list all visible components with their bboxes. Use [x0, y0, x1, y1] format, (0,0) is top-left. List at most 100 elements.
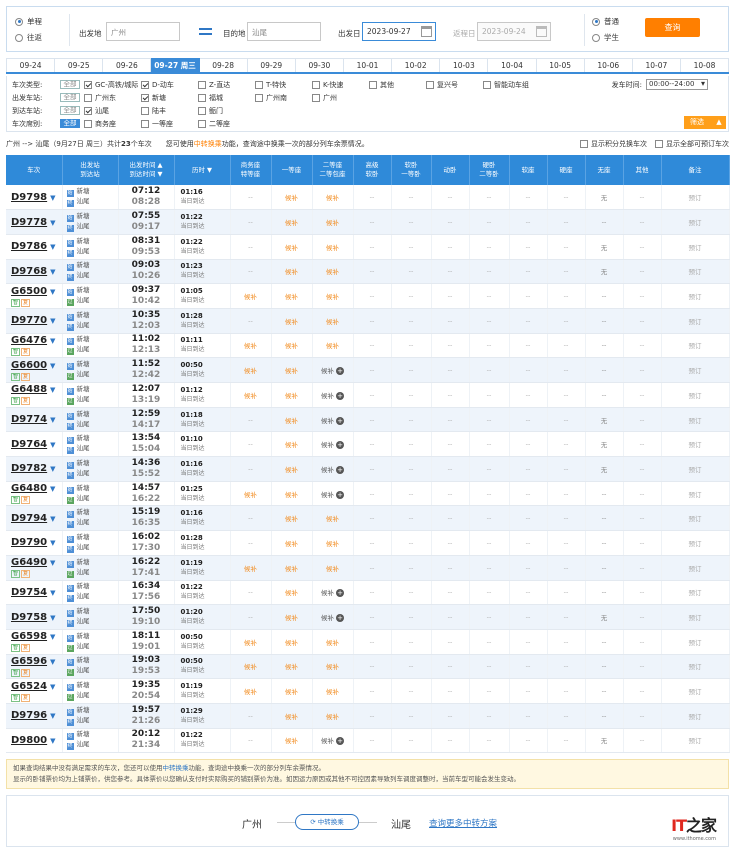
checkbox-icon[interactable] [483, 80, 491, 89]
seat-first[interactable]: 候补 [271, 530, 313, 556]
filter-option[interactable]: 复兴号 [426, 80, 483, 90]
book-button[interactable]: 预订 [661, 728, 730, 754]
filter-option[interactable]: GC-高铁/城际 [84, 80, 141, 90]
book-button[interactable]: 预订 [661, 703, 730, 729]
seat-second[interactable]: 候补 [312, 505, 354, 532]
seat-first[interactable]: 候补 [271, 333, 313, 359]
train-number-cell[interactable]: D9754 ▼ [6, 580, 63, 606]
train-number-cell[interactable]: D9796 ▼ [6, 703, 63, 729]
radio-icon[interactable] [15, 17, 23, 26]
filter-option[interactable]: 商务座 [84, 119, 141, 129]
seat-first[interactable]: 候补 [271, 283, 313, 309]
show-all-bookable[interactable]: 显示全部可预订车次 [655, 139, 729, 149]
train-number-cell[interactable]: G6490 ▼ 智复 [6, 555, 63, 581]
from-input[interactable]: 广州 [106, 22, 180, 41]
book-button[interactable]: 预订 [661, 209, 730, 235]
seat-business[interactable]: 候补 [230, 629, 272, 655]
seat-second[interactable]: 候补 [312, 209, 354, 235]
seat-second[interactable]: 候补 + [312, 580, 354, 606]
filter-option[interactable]: 汕尾 [84, 106, 141, 116]
seat-first[interactable]: 候补 [271, 234, 313, 260]
date-tab[interactable]: 10-02 [392, 58, 441, 72]
book-button[interactable]: 预订 [661, 505, 730, 532]
radio-icon[interactable] [15, 33, 23, 42]
seat-second[interactable]: 候补 [312, 703, 354, 729]
seat-first[interactable]: 候补 [271, 555, 313, 581]
train-number-cell[interactable]: D9790 ▼ [6, 530, 63, 556]
seat-first[interactable]: 候补 [271, 580, 313, 606]
filter-option[interactable]: 广州东 [84, 93, 141, 103]
seat-second[interactable]: 候补 [312, 283, 354, 309]
seat-second[interactable]: 候补 [312, 234, 354, 260]
train-number-cell[interactable]: G6524 ▼ 智复 [6, 678, 63, 704]
book-button[interactable]: 预订 [661, 382, 730, 408]
filter-option[interactable]: 其他 [369, 80, 426, 90]
filter-all-button[interactable]: 全部 [60, 80, 80, 89]
book-button[interactable]: 预订 [661, 604, 730, 630]
depart-time-select[interactable]: 00:00--24:00 [646, 79, 708, 90]
checkbox-icon[interactable] [312, 80, 320, 89]
seat-business[interactable]: 候补 [230, 481, 272, 507]
swap-icon[interactable] [199, 26, 212, 37]
filter-option[interactable]: 二等座 [198, 119, 255, 129]
filter-all-button[interactable]: 全部 [60, 106, 80, 115]
train-number-cell[interactable]: G6500 ▼ 智复 [6, 283, 63, 309]
filter-option[interactable]: 新塘 [141, 93, 198, 103]
checkbox-icon[interactable] [84, 119, 92, 128]
transfer-pill[interactable]: ⟳ 中转换乘 [295, 814, 359, 830]
seat-first[interactable]: 候补 [271, 505, 313, 532]
seat-second[interactable]: 候补 [312, 678, 354, 704]
trip-round[interactable]: 往返 [15, 31, 42, 44]
seat-first[interactable]: 候补 [271, 259, 313, 285]
book-button[interactable]: 预订 [661, 431, 730, 458]
checkbox-icon[interactable] [369, 80, 377, 89]
book-button[interactable]: 预订 [661, 185, 730, 211]
seat-first[interactable]: 候补 [271, 431, 313, 458]
filter-option[interactable]: 智能动车组 [483, 80, 540, 90]
seat-second[interactable]: 候补 [312, 530, 354, 556]
filter-button[interactable]: 筛选 ▲ [684, 116, 726, 129]
train-number-cell[interactable]: D9758 ▼ [6, 604, 63, 630]
seat-business[interactable]: 候补 [230, 382, 272, 408]
checkbox-icon[interactable] [198, 80, 206, 89]
book-button[interactable]: 预订 [661, 555, 730, 581]
train-number-cell[interactable]: D9786 ▼ [6, 234, 63, 260]
checkbox-icon[interactable] [198, 119, 206, 128]
filter-option[interactable]: 陆丰 [141, 106, 198, 116]
train-number-cell[interactable]: D9778 ▼ [6, 209, 63, 235]
book-button[interactable]: 预订 [661, 580, 730, 606]
filter-option[interactable]: D-动车 [141, 80, 198, 90]
seat-second[interactable]: 候补 [312, 654, 354, 680]
checkbox-icon[interactable] [84, 106, 92, 115]
seat-first[interactable]: 候补 [271, 456, 313, 482]
more-transfer-link[interactable]: 查询更多中转方案 [429, 817, 497, 829]
train-number-cell[interactable]: G6488 ▼ 智复 [6, 382, 63, 408]
date-tab[interactable]: 10-01 [343, 58, 393, 72]
show-points-trains[interactable]: 显示积分兑换车次 [580, 139, 647, 149]
calendar-icon[interactable] [421, 26, 432, 37]
date-tab[interactable]: 09-29 [247, 58, 296, 72]
checkbox-icon[interactable] [655, 140, 663, 148]
train-number-cell[interactable]: D9770 ▼ [6, 308, 63, 334]
date-tab[interactable]: 10-04 [488, 58, 537, 72]
train-number-cell[interactable]: G6480 ▼ 智复 [6, 481, 63, 507]
date-tab[interactable]: 10-03 [440, 58, 489, 72]
col-time[interactable]: 出发时间 ▲ 到达时间 ▼ [118, 155, 175, 185]
filter-option[interactable]: T-特快 [255, 80, 312, 90]
date-tab[interactable]: 09-28 [199, 58, 248, 72]
train-number-cell[interactable]: D9800 ▼ [6, 728, 63, 754]
book-button[interactable]: 预订 [661, 407, 730, 433]
train-number-cell[interactable]: D9798 ▼ [6, 185, 63, 211]
seat-business[interactable]: 候补 [230, 283, 272, 309]
checkbox-icon[interactable] [255, 80, 263, 89]
filter-option[interactable]: 广州南 [255, 93, 312, 103]
date-tab[interactable]: 09-30 [295, 58, 344, 72]
train-number-cell[interactable]: D9774 ▼ [6, 407, 63, 433]
seat-second[interactable]: 候补 [312, 185, 354, 211]
transfer-link[interactable]: 中转换乘 [194, 139, 222, 149]
date-tab[interactable]: 10-07 [632, 58, 681, 72]
book-button[interactable]: 预订 [661, 629, 730, 655]
seat-first[interactable]: 候补 [271, 654, 313, 680]
seat-second[interactable]: 候补 [312, 555, 354, 581]
book-button[interactable]: 预订 [661, 654, 730, 680]
